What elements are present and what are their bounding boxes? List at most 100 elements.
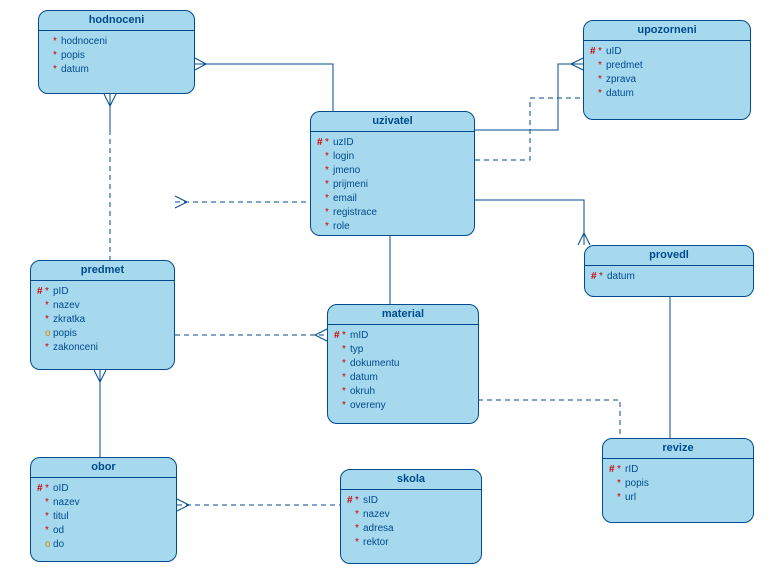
attribute-name: uID [606, 45, 622, 59]
attribute-name: nazev [53, 496, 80, 510]
attribute-name: rektor [363, 536, 389, 550]
attribute-row: * datum [334, 371, 472, 385]
attribute-row: o do [37, 538, 170, 552]
attribute-name: zkratka [53, 313, 85, 327]
attribute-row: #* rID [609, 463, 747, 477]
attribute-name: login [333, 150, 354, 164]
attribute-name: datum [607, 270, 635, 284]
attribute-name: typ [350, 343, 363, 357]
attribute-row: #* pID [37, 285, 168, 299]
attribute-name: jmeno [333, 164, 360, 178]
attribute-name: registrace [333, 206, 377, 220]
attribute-name: oID [53, 482, 69, 496]
entity-body: * hodnoceni * popis * datum [39, 31, 194, 83]
entity-revize: revize #* rID * popis * url [602, 438, 754, 523]
attribute-name: mID [350, 329, 368, 343]
attribute-row: * typ [334, 343, 472, 357]
entity-obor: obor #* oID * nazev * titul * od o do [30, 457, 177, 562]
attribute-row: * overeny [334, 399, 472, 413]
entity-provedl: provedl #* datum [584, 245, 754, 297]
attribute-name: hodnoceni [61, 35, 107, 49]
attribute-row: * url [609, 491, 747, 505]
attribute-name: email [333, 192, 357, 206]
attribute-row: * datum [590, 87, 744, 101]
entity-title: revize [603, 439, 753, 459]
attribute-row: * jmeno [317, 164, 468, 178]
entity-title: skola [341, 470, 481, 490]
attribute-row: * role [317, 220, 468, 234]
attribute-name: nazev [363, 508, 390, 522]
entity-title: uzivatel [311, 112, 474, 132]
attribute-row: * prijmeni [317, 178, 468, 192]
attribute-row: #* oID [37, 482, 170, 496]
attribute-name: uzID [333, 136, 354, 150]
entity-title: hodnoceni [39, 11, 194, 31]
attribute-row: * email [317, 192, 468, 206]
entity-body: #* datum [585, 266, 753, 290]
attribute-name: predmet [606, 59, 643, 73]
attribute-name: nazev [53, 299, 80, 313]
attribute-row: * adresa [347, 522, 475, 536]
attribute-row: o popis [37, 327, 168, 341]
attribute-name: titul [53, 510, 69, 524]
attribute-row: * zprava [590, 73, 744, 87]
attribute-row: #* mID [334, 329, 472, 343]
attribute-name: do [53, 538, 64, 552]
attribute-name: prijmeni [333, 178, 368, 192]
entity-skola: skola #* sID * nazev * adresa * rektor [340, 469, 482, 564]
attribute-row: * registrace [317, 206, 468, 220]
attribute-row: * zkratka [37, 313, 168, 327]
attribute-row: * titul [37, 510, 170, 524]
attribute-row: * login [317, 150, 468, 164]
attribute-row: * dokumentu [334, 357, 472, 371]
entity-body: #* pID * nazev * zkratka o popis * zakon… [31, 281, 174, 361]
entity-title: provedl [585, 246, 753, 266]
attribute-row: * okruh [334, 385, 472, 399]
attribute-row: * nazev [37, 496, 170, 510]
entity-title: predmet [31, 261, 174, 281]
attribute-row: * popis [609, 477, 747, 491]
attribute-row: * predmet [590, 59, 744, 73]
attribute-name: adresa [363, 522, 394, 536]
attribute-name: pID [53, 285, 69, 299]
entity-body: #* sID * nazev * adresa * rektor [341, 490, 481, 556]
attribute-row: * rektor [347, 536, 475, 550]
attribute-name: sID [363, 494, 378, 508]
entity-upozorneni: upozorneni #* uID * predmet * zprava * d… [583, 20, 751, 120]
attribute-name: datum [61, 63, 89, 77]
entity-body: #* rID * popis * url [603, 459, 753, 511]
attribute-name: popis [53, 327, 77, 341]
attribute-name: zprava [606, 73, 636, 87]
entity-title: upozorneni [584, 21, 750, 41]
attribute-row: * hodnoceni [45, 35, 188, 49]
attribute-name: rID [625, 463, 638, 477]
entity-body: #* uID * predmet * zprava * datum [584, 41, 750, 107]
entity-body: #* oID * nazev * titul * od o do [31, 478, 176, 558]
attribute-name: od [53, 524, 64, 538]
attribute-name: popis [61, 49, 85, 63]
entity-title: material [328, 305, 478, 325]
attribute-row: #* uzID [317, 136, 468, 150]
attribute-name: datum [606, 87, 634, 101]
attribute-row: * nazev [37, 299, 168, 313]
attribute-name: okruh [350, 385, 375, 399]
attribute-row: #* uID [590, 45, 744, 59]
attribute-name: dokumentu [350, 357, 399, 371]
entity-body: #* mID * typ * dokumentu * datum * okruh… [328, 325, 478, 419]
attribute-row: * od [37, 524, 170, 538]
entity-predmet: predmet #* pID * nazev * zkratka o popis… [30, 260, 175, 370]
attribute-row: * datum [45, 63, 188, 77]
attribute-row: * zakonceni [37, 341, 168, 355]
attribute-name: url [625, 491, 636, 505]
entity-body: #* uzID * login * jmeno * prijmeni * ema… [311, 132, 474, 240]
entity-title: obor [31, 458, 176, 478]
attribute-name: role [333, 220, 350, 234]
attribute-name: overeny [350, 399, 386, 413]
attribute-row: * nazev [347, 508, 475, 522]
attribute-row: * popis [45, 49, 188, 63]
attribute-row: #* datum [591, 270, 747, 284]
attribute-name: datum [350, 371, 378, 385]
attribute-name: zakonceni [53, 341, 98, 355]
attribute-name: popis [625, 477, 649, 491]
entity-uzivatel: uzivatel #* uzID * login * jmeno * prijm… [310, 111, 475, 236]
